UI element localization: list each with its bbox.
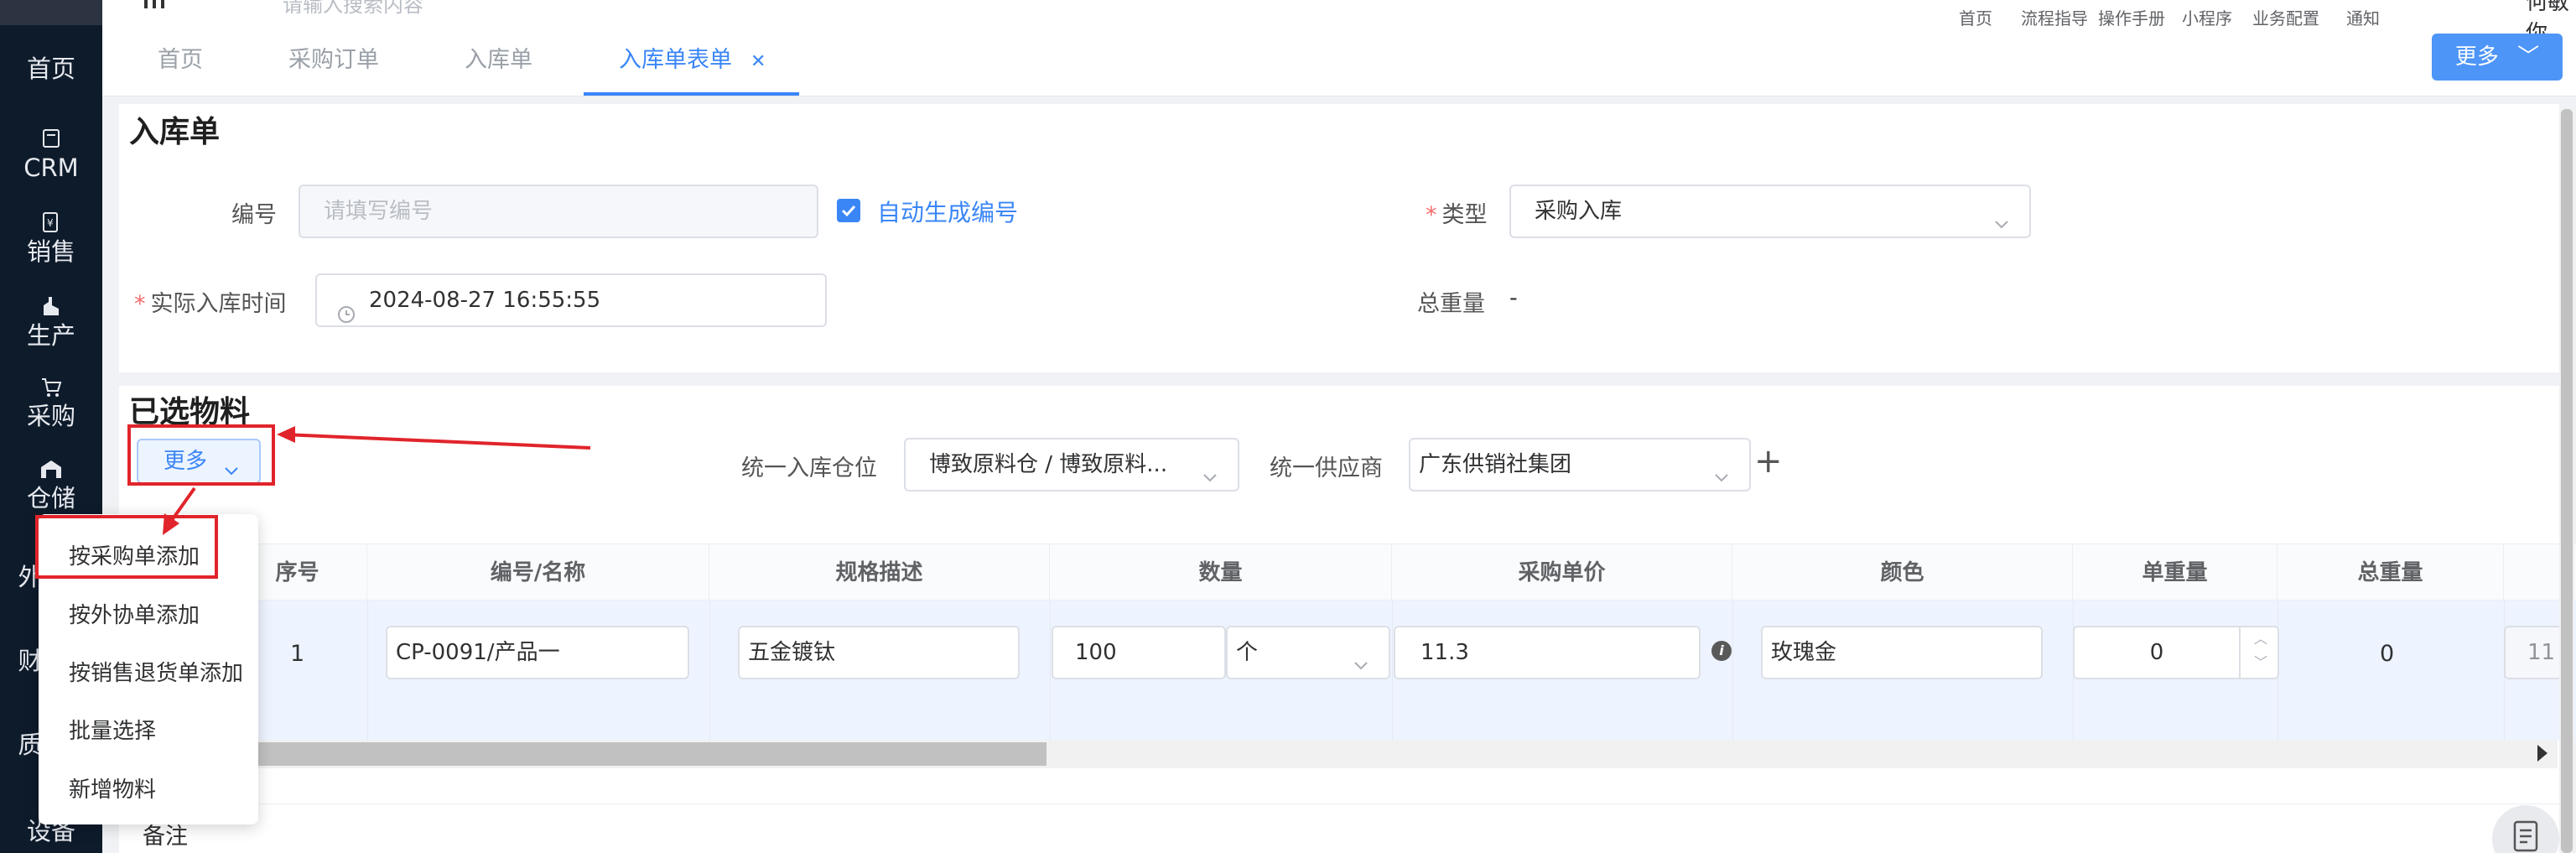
type-label: * 类型: [1426, 202, 1488, 228]
sidebar-top: [0, 0, 102, 25]
th-price: 采购单价: [1392, 544, 1732, 601]
vertical-scrollbar[interactable]: [2559, 109, 2574, 853]
menu-item-batch-select[interactable]: 批量选择: [69, 714, 156, 745]
scroll-right-arrow[interactable]: [2537, 745, 2547, 762]
form-card: [119, 104, 2559, 372]
unit-weight-stepper[interactable]: 0 ︿ ﹀: [2073, 626, 2279, 679]
color-input[interactable]: 玫瑰金: [1761, 626, 2043, 679]
tab-purchase-order[interactable]: 采购订单: [288, 37, 379, 96]
chevron-down-icon: ﹀: [2517, 44, 2540, 70]
time-picker[interactable]: 2024-08-27 16:55:55: [315, 273, 827, 327]
chevron-down-icon: [1992, 201, 2011, 229]
app-root: 首页 CRM ¥ 销售 生产 采购 仓储 外 财 质 设备 请输入搜索内容 首页…: [0, 0, 2576, 853]
footer-bar: [119, 804, 2559, 853]
warehouse-label: 统一入库仓位: [741, 455, 877, 481]
unit-select[interactable]: 个: [1226, 626, 1390, 679]
th-unit-weight: 单重量: [2073, 544, 2277, 601]
stepper-divider: [2239, 627, 2241, 678]
sales-icon: ¥: [39, 210, 64, 235]
table-header: 序号 编号/名称 规格描述 数量 采购单价 颜色 单重量 总重量: [228, 544, 2576, 601]
highlight-box-menu-item: [35, 515, 218, 579]
th-color: 颜色: [1732, 544, 2073, 601]
warehouse-select[interactable]: 博致原料仓 / 博致原料...: [904, 438, 1239, 492]
factory-icon: [39, 294, 64, 319]
menu-item-new-material[interactable]: 新增物料: [69, 772, 156, 804]
sidebar-item-production[interactable]: 生产: [0, 294, 102, 349]
sidebar-item-sales[interactable]: ¥ 销售: [0, 210, 102, 265]
tool-notification[interactable]: 通知: [2346, 5, 2380, 29]
code-label: 编号: [231, 202, 277, 228]
chevron-down-icon: [1201, 455, 1219, 482]
th-total-weight: 总重量: [2277, 544, 2504, 601]
form-title: 入库单: [129, 115, 221, 149]
crm-icon: [39, 126, 64, 151]
chevron-down-icon: [1712, 455, 1731, 482]
close-icon[interactable]: ✕: [750, 51, 766, 72]
menu-item-add-by-sales-return[interactable]: 按销售退货单添加: [69, 656, 243, 687]
info-icon[interactable]: i: [1711, 641, 1732, 661]
svg-text:¥: ¥: [47, 217, 54, 229]
horizontal-scrollbar[interactable]: [126, 740, 2558, 768]
extra-cell[interactable]: 11: [2504, 626, 2563, 679]
sidebar-item-home[interactable]: 首页: [0, 55, 102, 82]
chevron-down-icon[interactable]: ﹀: [2254, 654, 2267, 671]
supplier-select[interactable]: 广东供销社集团: [1409, 438, 1751, 492]
scroll-thumb[interactable]: [126, 742, 1046, 766]
tab-inbound[interactable]: 入库单: [465, 37, 532, 96]
spec-input[interactable]: 五金镀钛: [738, 626, 1020, 679]
sidebar-item-crm[interactable]: CRM: [0, 126, 102, 181]
type-select[interactable]: 采购入库: [1509, 185, 2031, 238]
chevron-down-icon: [1352, 642, 1370, 670]
code-input[interactable]: 请填写编号: [299, 185, 818, 238]
weight-label: 总重量: [1417, 291, 1485, 317]
th-qty: 数量: [1050, 544, 1392, 601]
tool-home[interactable]: 首页: [1959, 5, 1992, 29]
sidebar-item-purchase[interactable]: 采购: [0, 374, 102, 429]
menu-icon[interactable]: [144, 0, 169, 12]
tool-manual[interactable]: 操作手册: [2098, 5, 2165, 29]
row-index: 1: [290, 641, 305, 667]
tool-business-config[interactable]: 业务配置: [2252, 5, 2319, 29]
cart-icon: [39, 374, 64, 399]
price-input[interactable]: 11.3: [1394, 626, 1701, 679]
auto-code-checkbox[interactable]: [837, 199, 860, 222]
required-mark: *: [134, 291, 146, 317]
search-input[interactable]: 请输入搜索内容: [283, 0, 423, 18]
clock-icon: [337, 292, 356, 323]
tab-home[interactable]: 首页: [158, 37, 203, 96]
th-code-name: 编号/名称: [367, 544, 709, 601]
required-mark: *: [1426, 202, 1437, 228]
vertical-scroll-thumb[interactable]: [2561, 109, 2573, 853]
topbar: 请输入搜索内容 首页 流程指导 操作手册 小程序 业务配置 通知 何敏 你 首页…: [102, 0, 2576, 96]
supplier-label: 统一供应商: [1270, 455, 1383, 481]
th-spec: 规格描述: [709, 544, 1050, 601]
add-supplier-button[interactable]: +: [1754, 445, 1783, 478]
tool-process-guide[interactable]: 流程指导: [2021, 5, 2088, 29]
tab-inbound-form[interactable]: 入库单表单 ✕: [584, 37, 800, 96]
code-name-input[interactable]: CP-0091/产品一: [386, 626, 689, 679]
qty-input[interactable]: 100: [1052, 626, 1226, 679]
weight-value: -: [1509, 285, 1518, 311]
menu-item-add-by-outsourcing-order[interactable]: 按外协单添加: [69, 598, 200, 629]
sidebar-item-warehouse[interactable]: 仓储: [0, 456, 102, 512]
total-weight-value: 0: [2380, 641, 2395, 667]
time-label: * 实际入库时间: [134, 291, 287, 317]
more-button-top[interactable]: 更多 ﹀: [2432, 34, 2563, 81]
tool-mini-program[interactable]: 小程序: [2182, 5, 2232, 29]
auto-code-label[interactable]: 自动生成编号: [877, 195, 1018, 228]
document-icon: [2512, 820, 2539, 852]
warehouse-icon: [39, 456, 64, 481]
highlight-box-more: [127, 424, 275, 486]
chevron-up-icon[interactable]: ︿: [2254, 631, 2267, 648]
